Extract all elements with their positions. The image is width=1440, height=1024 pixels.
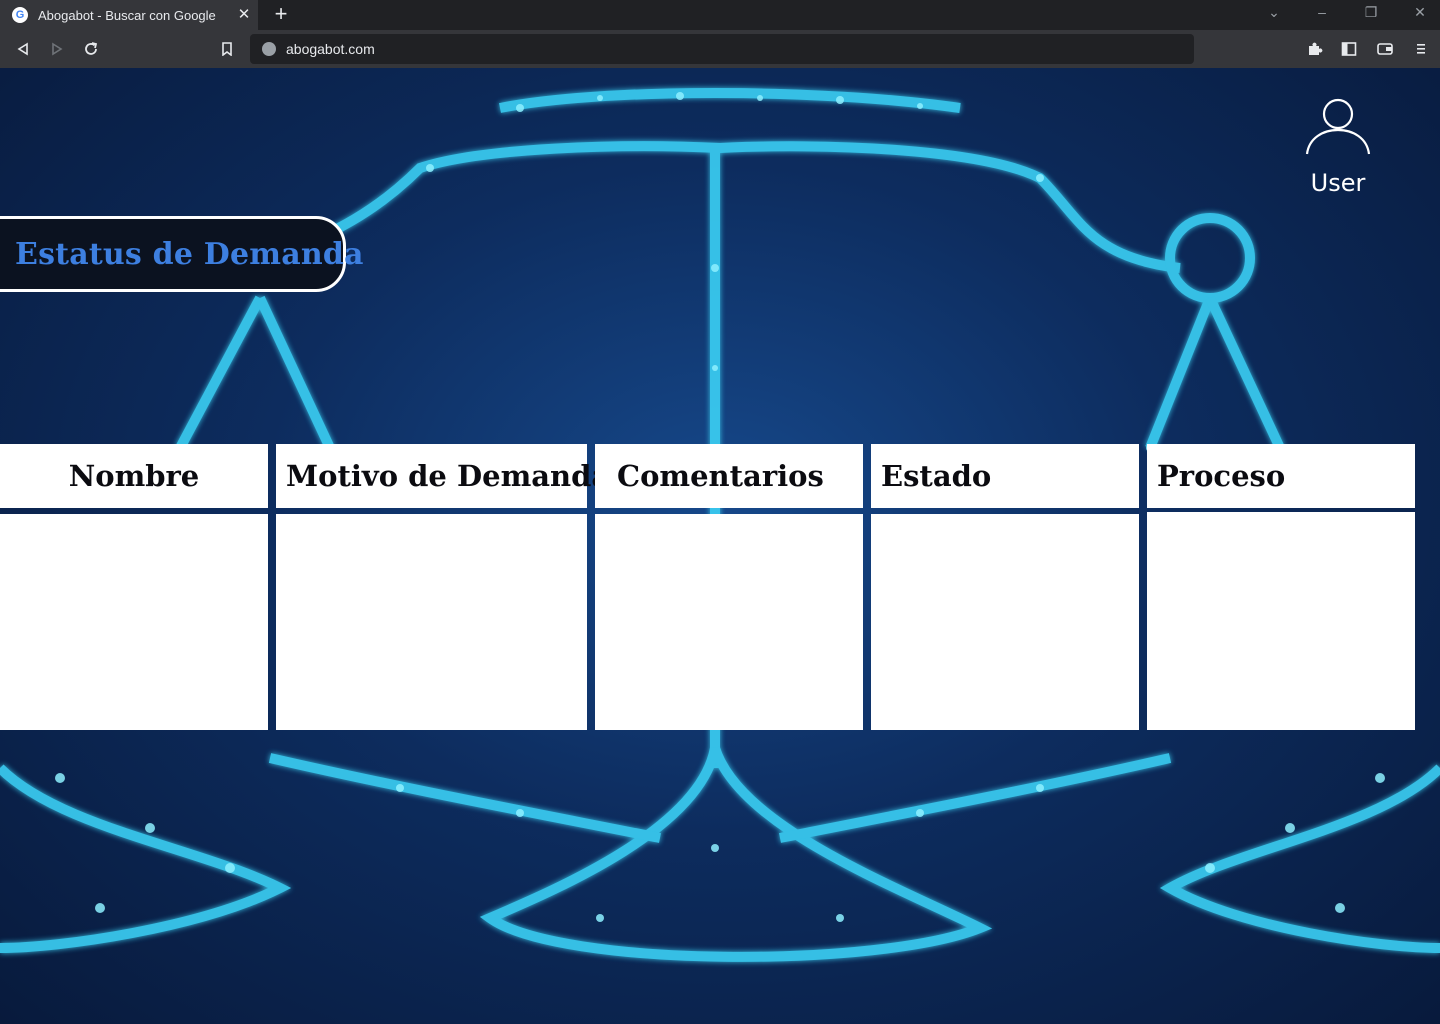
plus-icon[interactable]: +: [270, 1, 292, 27]
close-icon[interactable]: ✕: [236, 5, 252, 23]
column-header-motivo: Motivo de Demanda: [276, 444, 610, 508]
column-header-label: Motivo de Demanda: [286, 459, 611, 493]
url-text: abogabot.com: [286, 41, 375, 57]
google-favicon-icon: G: [12, 7, 28, 23]
column-header-comentarios: Comentarios: [595, 444, 863, 508]
table-cell-proceso[interactable]: [1147, 512, 1415, 730]
user-menu[interactable]: User: [1296, 92, 1380, 197]
forward-icon[interactable]: [46, 38, 68, 60]
table-cell-motivo[interactable]: [276, 514, 587, 730]
page-content: User Estatus de Demanda Nombre Motivo de…: [0, 68, 1440, 1024]
user-icon[interactable]: [1303, 92, 1373, 162]
column-header-label: Nombre: [68, 459, 200, 493]
tab-search-chevron-icon[interactable]: ⌄: [1264, 4, 1284, 21]
column-header-label: Estado: [881, 459, 992, 493]
column-header-proceso: Proceso: [1147, 444, 1415, 508]
table-cell-comentarios[interactable]: [595, 514, 863, 730]
minimize-icon[interactable]: –: [1312, 4, 1332, 20]
window-close-icon[interactable]: ✕: [1410, 4, 1430, 21]
menu-icon[interactable]: [1410, 38, 1432, 60]
user-label: User: [1310, 169, 1366, 197]
address-bar[interactable]: abogabot.com: [250, 34, 1194, 64]
back-icon[interactable]: [12, 38, 34, 60]
page-title: Estatus de Demanda: [15, 236, 364, 272]
reload-icon[interactable]: [80, 38, 102, 60]
browser-tab-strip: G Abogabot - Buscar con Google ✕ + ⌄ – ❐…: [0, 0, 1440, 30]
wallet-icon[interactable]: [1374, 38, 1396, 60]
browser-toolbar: abogabot.com: [0, 30, 1440, 68]
sidebar-icon[interactable]: [1338, 38, 1360, 60]
tab-title: Abogabot - Buscar con Google: [38, 7, 216, 23]
table-cell-estado[interactable]: [871, 514, 1139, 730]
site-info-icon[interactable]: [262, 42, 276, 56]
restore-icon[interactable]: ❐: [1361, 4, 1381, 21]
bookmark-icon[interactable]: [216, 38, 238, 60]
browser-tab[interactable]: G Abogabot - Buscar con Google ✕: [0, 0, 258, 30]
puzzle-icon[interactable]: [1304, 38, 1326, 60]
table-cell-nombre[interactable]: [0, 514, 268, 730]
status-title-banner: Estatus de Demanda: [0, 216, 363, 292]
column-header-nombre: Nombre: [0, 444, 268, 508]
column-header-estado: Estado: [871, 444, 1139, 508]
column-header-label: Comentarios: [617, 459, 824, 493]
column-header-label: Proceso: [1157, 459, 1286, 493]
